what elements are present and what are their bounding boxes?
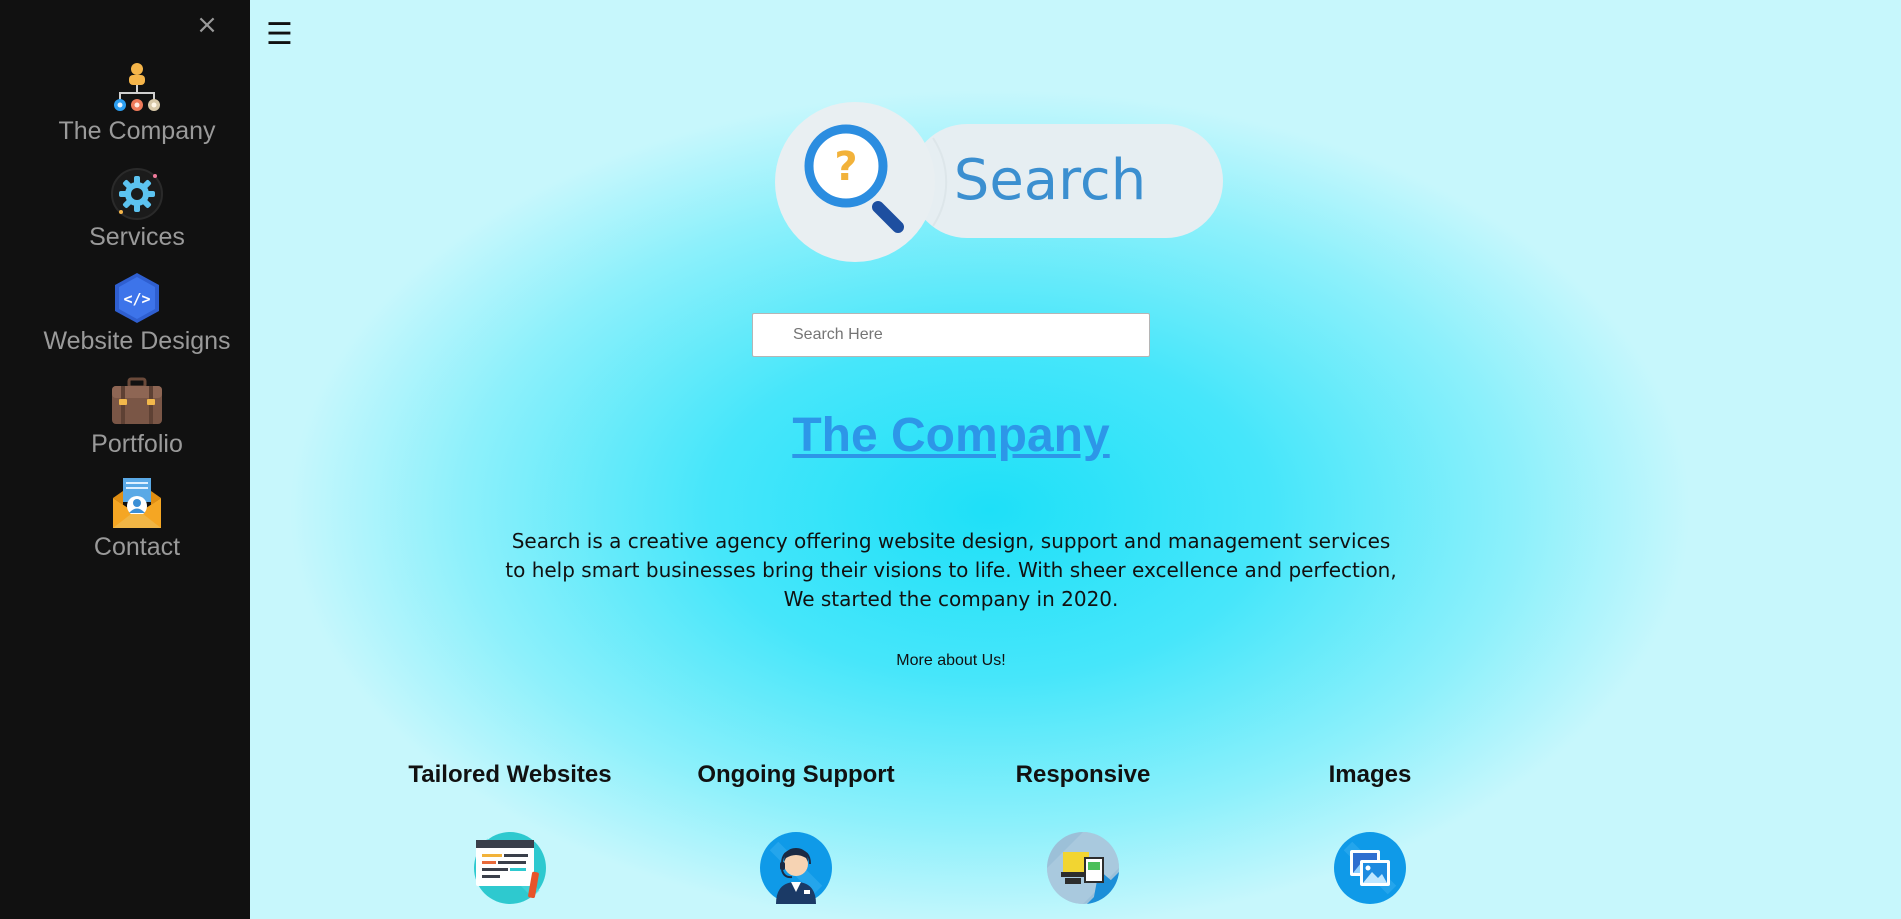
feature-title: Tailored Websites	[408, 761, 612, 788]
feature-images: Images	[1240, 760, 1500, 904]
sidebar-item-label: Contact	[93, 533, 181, 561]
feature-responsive: Responsive	[953, 760, 1213, 904]
sidebar-item-contact[interactable]: Contact	[0, 476, 274, 562]
feature-title: Ongoing Support	[697, 761, 895, 788]
sidebar-item-services[interactable]: Services	[0, 166, 274, 252]
feature-title: Images	[1328, 761, 1412, 788]
company-description: Search is a creative agency offering web…	[480, 527, 1422, 614]
sidebar-item-label: The Company	[58, 117, 216, 145]
responsive-devices-icon	[1047, 832, 1119, 904]
the-company-link[interactable]: The Company	[792, 409, 1109, 462]
description-line: We started the company in 2020.	[783, 587, 1119, 611]
code-hexagon-icon: </>	[115, 273, 159, 323]
feature-tailored-websites: Tailored Websites	[380, 760, 640, 904]
web-layout-icon	[474, 832, 546, 904]
page-title: The Company	[650, 408, 1252, 463]
page: × The Company Services </> Website Desig…	[0, 0, 1901, 919]
sidebar-item-label: Portfolio	[91, 430, 183, 458]
sidebar-item-label: Website Designs	[43, 327, 231, 355]
feature-ongoing-support: Ongoing Support	[666, 760, 926, 904]
images-icon	[1334, 832, 1406, 904]
question-mark-icon: ?	[834, 144, 857, 190]
svg-text:</>: </>	[123, 290, 150, 308]
gear-icon	[111, 168, 163, 220]
search-field[interactable]	[752, 313, 1150, 357]
sidebar-item-the-company[interactable]: The Company	[0, 60, 274, 146]
logo-text: Search	[954, 148, 1146, 213]
more-about-us-link[interactable]: More about Us!	[850, 652, 1052, 670]
description-line: to help smart businesses bring their vis…	[505, 558, 1397, 582]
envelope-contact-icon	[113, 478, 161, 528]
sidebar-nav: × The Company Services </> Website Desig…	[0, 0, 250, 919]
search-logo: ? Search	[775, 102, 1223, 262]
briefcase-icon	[112, 377, 162, 424]
search-input[interactable]	[753, 314, 1149, 356]
feature-title: Responsive	[1015, 761, 1151, 788]
sidebar-item-portfolio[interactable]: Portfolio	[0, 373, 274, 459]
support-agent-icon	[760, 832, 832, 904]
sidebar-item-label: Services	[89, 223, 185, 251]
close-icon[interactable]: ×	[195, 10, 219, 40]
org-chart-icon	[114, 63, 160, 111]
sidebar-item-website-designs[interactable]: </> Website Designs	[0, 270, 274, 356]
description-line: Search is a creative agency offering web…	[511, 529, 1391, 553]
menu-icon[interactable]: ☰	[266, 20, 296, 50]
